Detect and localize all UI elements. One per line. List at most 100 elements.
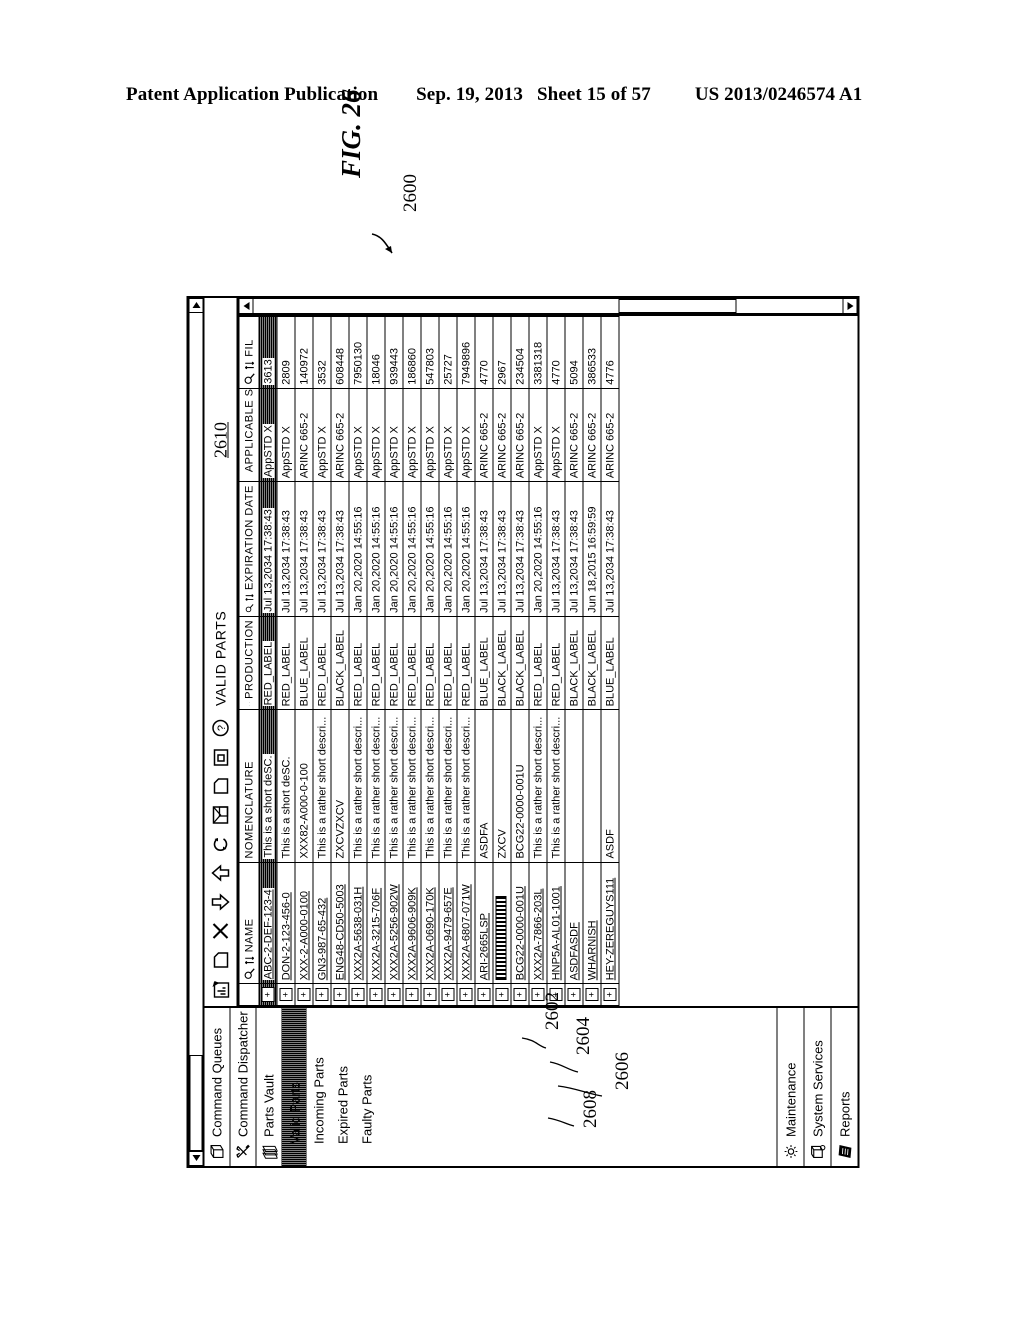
table-row[interactable]: + XXX-2-A000-0100 XXX82-A000-0-100 BLUE_LAB… bbox=[294, 316, 313, 1006]
page-button[interactable] bbox=[207, 947, 233, 973]
expand-plus-icon[interactable]: + bbox=[387, 988, 400, 1002]
table-row[interactable]: + XXX2A-0690-170K This is a rather short d… bbox=[420, 316, 439, 1006]
table-row[interactable]: + ASDFASDF BLACK_LABEL Jul 13,2034 17:38:43… bbox=[564, 316, 583, 1006]
expand-plus-icon[interactable]: + bbox=[279, 988, 292, 1002]
expand-plus-icon[interactable]: + bbox=[315, 988, 328, 1002]
sidebar-item-reports[interactable]: Reports bbox=[830, 1008, 857, 1166]
table-row[interactable]: + BCG22-0000-001U BCG22-0000-001U BLACK_LAB… bbox=[510, 316, 529, 1006]
stop-button[interactable] bbox=[207, 744, 233, 770]
horizontal-scroll-thumb[interactable] bbox=[189, 1055, 202, 1151]
row-expander-cell[interactable]: + bbox=[348, 983, 367, 1006]
sidebar-item-command-dispatcher[interactable]: Command Dispatcher bbox=[230, 1008, 256, 1166]
row-expander-cell[interactable]: + bbox=[312, 983, 331, 1006]
sidebar-item-maintenance[interactable]: Maintenance bbox=[776, 1008, 803, 1166]
sidebar-item-valid-parts[interactable]: Valid Parts bbox=[282, 1008, 306, 1166]
close-button[interactable] bbox=[207, 918, 233, 944]
table-row[interactable]: + XXX2A-5256-902W This is a rather short d… bbox=[384, 316, 403, 1006]
scroll-right-button[interactable] bbox=[188, 298, 203, 313]
expand-plus-icon[interactable]: + bbox=[333, 988, 346, 1002]
scroll-up-button[interactable] bbox=[238, 297, 253, 314]
expand-plus-icon[interactable]: + bbox=[495, 988, 508, 1002]
horizontal-scrollbar[interactable] bbox=[188, 298, 204, 1166]
expand-plus-icon[interactable]: + bbox=[405, 988, 418, 1002]
search-icon[interactable] bbox=[243, 705, 255, 707]
sidebar-item-system-services[interactable]: System Services bbox=[803, 1008, 830, 1166]
expand-plus-icon[interactable]: + bbox=[351, 988, 364, 1002]
table-row[interactable]: + GN3-987-65-432 This is a rather short de… bbox=[312, 316, 331, 1006]
expand-plus-icon[interactable]: + bbox=[567, 988, 580, 1002]
row-expander-cell[interactable]: + bbox=[600, 983, 619, 1006]
vertical-scroll-thumb[interactable] bbox=[618, 298, 737, 313]
sort-icon[interactable] bbox=[243, 955, 255, 965]
expand-plus-icon[interactable]: + bbox=[603, 988, 616, 1002]
table-row[interactable]: + XXX2A-6807-071W This is a rather short d… bbox=[456, 316, 475, 1006]
vertical-scroll-track[interactable] bbox=[253, 297, 842, 314]
sidebar-item-parts-vault[interactable]: Parts Vault bbox=[256, 1008, 282, 1166]
new-page-button[interactable] bbox=[207, 773, 233, 799]
table-row[interactable]: + XXX2A-7866-203L This is a rather short d… bbox=[528, 316, 547, 1006]
scroll-left-button[interactable] bbox=[188, 1151, 203, 1166]
scroll-down-button[interactable] bbox=[842, 297, 857, 314]
sort-icon[interactable] bbox=[243, 360, 255, 370]
table-row[interactable]: + ZXCV BLACK_LABEL Jul 13,2034 17:38:43 ARIN… bbox=[492, 316, 511, 1006]
column-header-applicable-std[interactable]: APPLICABLE STD bbox=[238, 388, 259, 482]
row-expander-cell[interactable]: + bbox=[456, 983, 475, 1006]
column-header-nomenclature[interactable]: NOMENCLATURE bbox=[238, 709, 259, 863]
table-row[interactable]: + XXX2A-9606-909K This is a rather short d… bbox=[402, 316, 421, 1006]
row-expander-cell[interactable]: + bbox=[510, 983, 529, 1006]
expand-plus-icon[interactable]: + bbox=[423, 988, 436, 1002]
expand-plus-icon[interactable]: + bbox=[513, 988, 526, 1002]
search-icon[interactable] bbox=[243, 604, 255, 613]
sidebar-item-expired-parts[interactable]: Expired Parts bbox=[330, 1008, 354, 1166]
row-expander-cell[interactable]: + bbox=[276, 983, 295, 1006]
split-window-button[interactable] bbox=[207, 802, 233, 828]
table-row[interactable]: + WHARNISH BLACK_LABEL Jun 18,2015 16:59:59… bbox=[582, 316, 601, 1006]
table-row[interactable]: + ENG48-CD50-5003 ZXCVZXCV BLACK_LABEL Jul 1… bbox=[330, 316, 349, 1006]
expand-plus-icon[interactable]: + bbox=[531, 988, 544, 1002]
expand-plus-icon[interactable]: + bbox=[369, 988, 382, 1002]
sidebar-item-command-queues[interactable]: Command Queues bbox=[204, 1008, 230, 1166]
move-down-button[interactable] bbox=[207, 889, 233, 915]
sidebar-item-faulty-parts[interactable]: Faulty Parts bbox=[354, 1008, 378, 1166]
table-row[interactable]: + ABC-2-DEF-123-4 This is a short deSC. RED… bbox=[258, 316, 277, 1006]
column-header-name[interactable]: NAME bbox=[238, 862, 259, 984]
expand-plus-icon[interactable]: + bbox=[441, 988, 454, 1002]
table-row[interactable]: + ARI-2665LSP ASDFA BLUE_LABEL Jul 13,2034 1… bbox=[474, 316, 493, 1006]
sidebar-item-incoming-parts[interactable]: Incoming Parts bbox=[306, 1008, 330, 1166]
row-expander-cell[interactable]: + bbox=[438, 983, 457, 1006]
table-row[interactable]: + XXX2A-5638-031H This is a rather short d… bbox=[348, 316, 367, 1006]
move-up-button[interactable] bbox=[207, 860, 233, 886]
expand-plus-icon[interactable]: + bbox=[585, 988, 598, 1002]
row-expander-cell[interactable]: + bbox=[384, 983, 403, 1006]
row-expander-cell[interactable]: + bbox=[546, 983, 565, 1006]
expand-plus-icon[interactable]: + bbox=[459, 988, 472, 1002]
refresh-button[interactable] bbox=[207, 831, 233, 857]
table-row[interactable]: + HEY-ZEREGUYS111 ASDF BLUE_LABEL Jul 13,203… bbox=[600, 316, 619, 1006]
row-expander-cell[interactable]: + bbox=[258, 983, 277, 1006]
expand-plus-icon[interactable]: + bbox=[549, 988, 562, 1002]
sort-icon[interactable] bbox=[243, 593, 255, 601]
table-row[interactable]: + HNP5A-AL01-1001 This is a rather short d… bbox=[546, 316, 565, 1006]
row-expander-cell[interactable]: + bbox=[366, 983, 385, 1006]
help-button[interactable]: ? bbox=[207, 715, 233, 741]
row-expander-cell[interactable]: + bbox=[528, 983, 547, 1006]
row-expander-cell[interactable]: + bbox=[330, 983, 349, 1006]
vertical-scrollbar[interactable] bbox=[238, 297, 857, 315]
table-row[interactable]: + XXX2A-9479-657E This is a rather short d… bbox=[438, 316, 457, 1006]
row-expander-cell[interactable]: + bbox=[402, 983, 421, 1006]
expand-plus-icon[interactable]: + bbox=[297, 988, 310, 1002]
sort-icon[interactable] bbox=[243, 701, 255, 703]
horizontal-scroll-track[interactable] bbox=[188, 313, 203, 1151]
row-expander-cell[interactable]: + bbox=[420, 983, 439, 1006]
row-expander-cell[interactable]: + bbox=[564, 983, 583, 1006]
column-header-expiration-date[interactable]: EXPIRATION DATE bbox=[238, 481, 259, 617]
row-expander-cell[interactable]: + bbox=[294, 983, 313, 1006]
search-icon[interactable] bbox=[243, 373, 255, 385]
expand-plus-icon[interactable]: + bbox=[477, 988, 490, 1002]
row-expander-cell[interactable]: + bbox=[492, 983, 511, 1006]
table-row[interactable]: + DON-2-123-456-0 This is a short deSC. RED… bbox=[276, 316, 295, 1006]
column-header-production[interactable]: PRODUCTION bbox=[238, 616, 259, 710]
search-icon[interactable] bbox=[243, 968, 255, 980]
expand-plus-icon[interactable]: + bbox=[261, 987, 274, 1003]
table-row[interactable]: + XXX2A-3215-706F This is a rather short d… bbox=[366, 316, 385, 1006]
